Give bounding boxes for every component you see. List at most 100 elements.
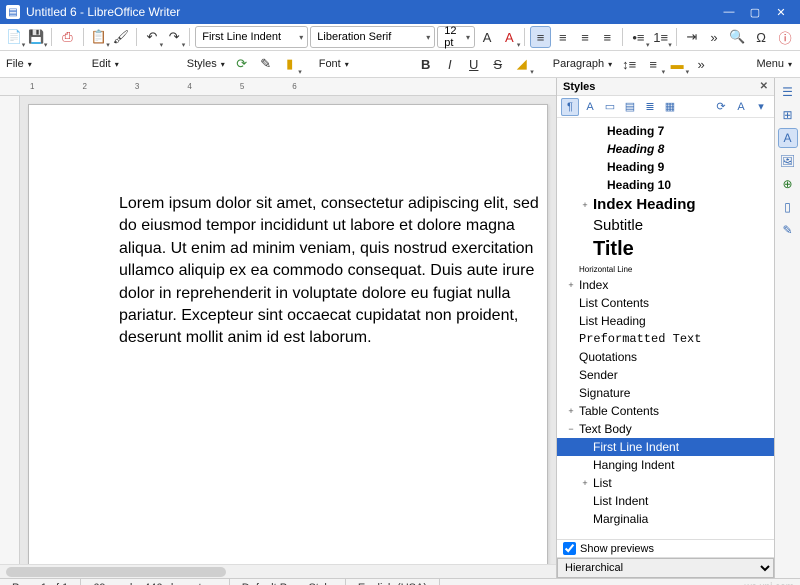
style-row[interactable]: Sender: [557, 366, 774, 384]
font-size-combo[interactable]: 12 pt▾: [437, 26, 475, 48]
align-justify-button[interactable]: ≡: [597, 26, 617, 48]
show-previews-checkbox[interactable]: [563, 542, 576, 555]
style-row[interactable]: List Contents: [557, 294, 774, 312]
undo-button[interactable]: ↶▾: [142, 26, 162, 48]
style-row[interactable]: +Index Heading: [557, 194, 774, 215]
export-pdf-button[interactable]: ⎙: [57, 26, 77, 48]
grow-font-button[interactable]: A: [477, 26, 497, 48]
italic-button[interactable]: I: [439, 53, 461, 75]
new-doc-button[interactable]: 📄▾: [4, 26, 24, 48]
table-styles-icon[interactable]: ▦: [661, 98, 679, 116]
vertical-ruler[interactable]: [0, 96, 20, 564]
navigator-tab-icon[interactable]: ⊕: [778, 174, 798, 194]
horizontal-scrollbar[interactable]: [0, 564, 556, 578]
close-panel-icon[interactable]: ✕: [760, 81, 768, 92]
style-row[interactable]: Heading 8: [557, 140, 774, 158]
filter-select[interactable]: Hierarchical: [557, 558, 774, 578]
tree-toggle-icon[interactable]: +: [565, 280, 577, 290]
paragraph-menu[interactable]: Paragraph▾: [551, 53, 614, 75]
style-row[interactable]: +List: [557, 474, 774, 492]
bold-button[interactable]: B: [415, 53, 437, 75]
body-text[interactable]: Lorem ipsum dolor sit amet, consectetur …: [119, 193, 539, 350]
underline-button[interactable]: U: [463, 53, 485, 75]
number-list-button[interactable]: 1≡▾: [651, 26, 671, 48]
close-button[interactable]: ✕: [768, 0, 794, 24]
more-toolbar-icon[interactable]: »: [704, 26, 724, 48]
style-row[interactable]: Marginalia: [557, 510, 774, 528]
file-menu[interactable]: File▾: [4, 53, 34, 75]
style-row[interactable]: Hanging Indent: [557, 456, 774, 474]
style-row[interactable]: +Index: [557, 276, 774, 294]
clone-format-button[interactable]: 🖌: [111, 26, 131, 48]
para-color-button[interactable]: ▬▾: [666, 53, 688, 75]
edit-style-button[interactable]: ✎: [255, 53, 277, 75]
font-color-button[interactable]: A▾: [499, 26, 519, 48]
page-count[interactable]: Page 1 of 1: [0, 579, 81, 585]
line-spacing-button[interactable]: ↕≡: [618, 53, 640, 75]
page[interactable]: Lorem ipsum dolor sit amet, consectetur …: [28, 104, 548, 564]
page-style-status[interactable]: Default Page Style: [230, 579, 346, 585]
menu-menu[interactable]: Menu▾: [754, 53, 794, 75]
edit-menu[interactable]: Edit▾: [90, 53, 121, 75]
styles-menu[interactable]: Styles▾: [185, 53, 227, 75]
indent-inc-button[interactable]: ⇥: [682, 26, 702, 48]
frame-styles-icon[interactable]: ▭: [601, 98, 619, 116]
redo-button[interactable]: ↷▾: [164, 26, 184, 48]
horizontal-ruler[interactable]: 123456: [0, 78, 556, 96]
list-styles-icon[interactable]: ≣: [641, 98, 659, 116]
inspector-tab-icon[interactable]: ✎: [778, 220, 798, 240]
filter-combo[interactable]: Hierarchical: [557, 557, 774, 578]
tree-toggle-icon[interactable]: +: [579, 200, 591, 210]
gallery-tab-icon[interactable]: 🖼: [778, 151, 798, 171]
update-style-button[interactable]: ⟳: [231, 53, 253, 75]
document-area[interactable]: Lorem ipsum dolor sit amet, consectetur …: [20, 96, 556, 564]
align-left-button[interactable]: ≡: [530, 26, 550, 48]
styles-tab-icon[interactable]: A: [778, 128, 798, 148]
style-row[interactable]: Quotations: [557, 348, 774, 366]
char-styles-icon[interactable]: A: [581, 98, 599, 116]
style-row[interactable]: Title: [557, 236, 774, 263]
font-menu[interactable]: Font▾: [317, 53, 351, 75]
more-para-icon[interactable]: »: [690, 53, 712, 75]
style-row[interactable]: Heading 7: [557, 122, 774, 140]
word-count[interactable]: 69 words, 446 characters: [81, 579, 230, 585]
highlight-button[interactable]: ▮▾: [279, 53, 301, 75]
style-row[interactable]: Signature: [557, 384, 774, 402]
new-style-icon[interactable]: A: [732, 98, 750, 116]
style-row[interactable]: Horizontal Line: [557, 263, 774, 276]
sidebar-settings-icon[interactable]: ☰: [778, 82, 798, 102]
style-row[interactable]: Subtitle: [557, 215, 774, 236]
style-row[interactable]: First Line Indent: [557, 438, 774, 456]
maximize-button[interactable]: ▢: [742, 0, 768, 24]
align-center-button[interactable]: ≡: [553, 26, 573, 48]
tree-toggle-icon[interactable]: +: [579, 478, 591, 488]
minimize-button[interactable]: —: [716, 0, 742, 24]
scrollbar-thumb[interactable]: [6, 567, 226, 577]
tree-toggle-icon[interactable]: −: [565, 424, 577, 434]
properties-tab-icon[interactable]: ⊞: [778, 105, 798, 125]
tree-toggle-icon[interactable]: +: [565, 406, 577, 416]
style-row[interactable]: List Indent: [557, 492, 774, 510]
show-previews-check[interactable]: Show previews: [557, 539, 774, 557]
style-row[interactable]: Heading 9: [557, 158, 774, 176]
find-button[interactable]: 🔍: [726, 26, 748, 48]
bullet-list-button[interactable]: •≡▾: [628, 26, 648, 48]
highlight-color-button[interactable]: ◢▾: [511, 53, 533, 75]
para-style-combo[interactable]: First Line Indent▾: [195, 26, 308, 48]
align-right-button[interactable]: ≡: [575, 26, 595, 48]
style-row[interactable]: Preformatted Text: [557, 330, 774, 348]
font-name-combo[interactable]: Liberation Serif▾: [310, 26, 435, 48]
language-status[interactable]: English (USA): [346, 579, 440, 585]
paste-button[interactable]: 📋▾: [89, 26, 109, 48]
page-styles-icon[interactable]: ▤: [621, 98, 639, 116]
style-row[interactable]: Heading 10: [557, 176, 774, 194]
style-row[interactable]: +Table Contents: [557, 402, 774, 420]
help-button[interactable]: ⓘ: [774, 26, 796, 48]
special-char-button[interactable]: Ω: [750, 26, 772, 48]
para-styles-icon[interactable]: ¶: [561, 98, 579, 116]
save-button[interactable]: 💾▾: [26, 26, 46, 48]
style-row[interactable]: List Heading: [557, 312, 774, 330]
style-row[interactable]: −Text Body: [557, 420, 774, 438]
page-tab-icon[interactable]: ▯: [778, 197, 798, 217]
fill-format-icon[interactable]: ⟳: [712, 98, 730, 116]
